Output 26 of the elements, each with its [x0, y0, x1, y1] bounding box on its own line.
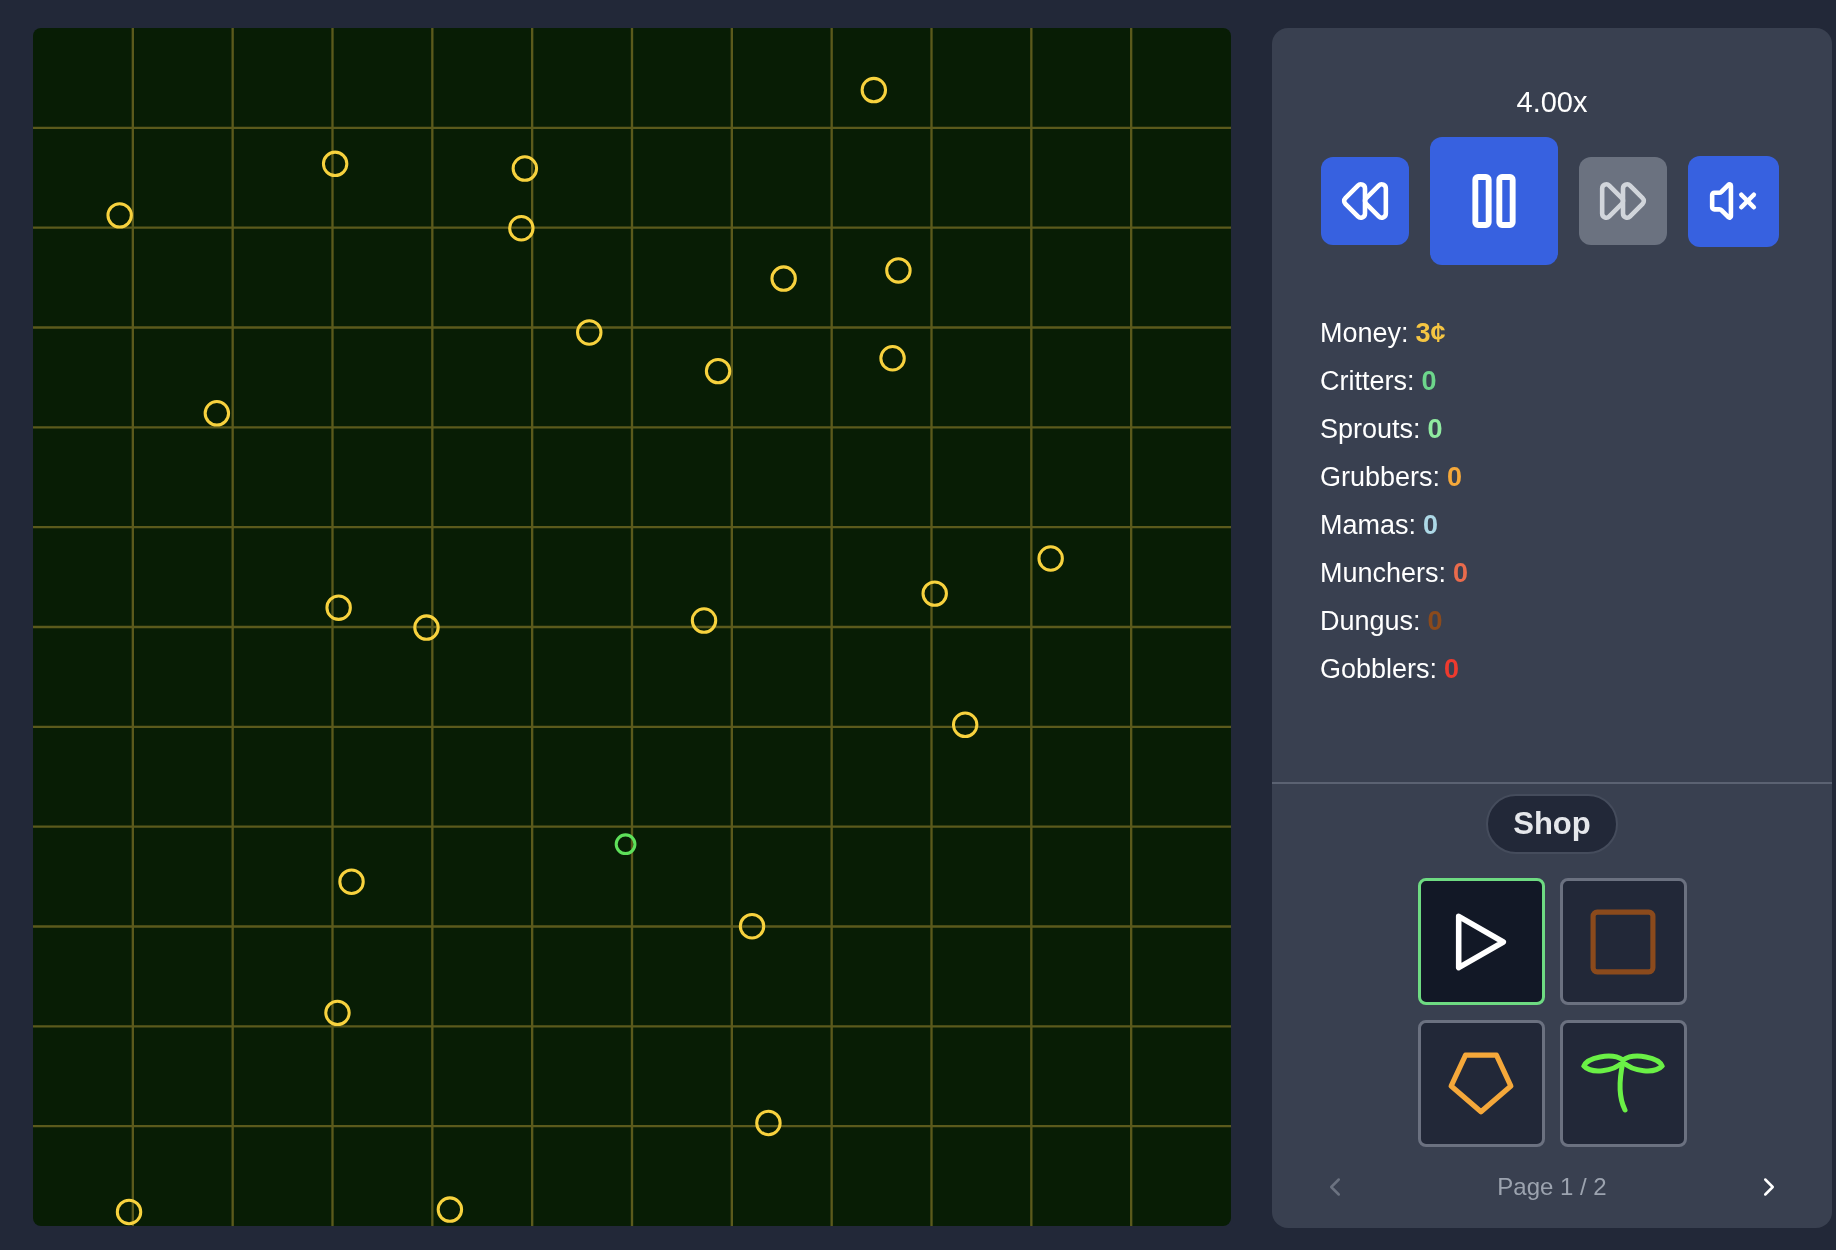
- shop-item[interactable]: [1559, 1020, 1687, 1147]
- stat-value: 0: [1453, 557, 1469, 589]
- shop-item[interactable]: [1417, 1020, 1545, 1147]
- stat-value: 3¢: [1415, 317, 1446, 349]
- rewind-button[interactable]: [1320, 157, 1409, 245]
- stat-label: Munchers:: [1320, 557, 1447, 589]
- shop-title: Shop: [1486, 794, 1618, 854]
- game-field[interactable]: [33, 28, 1231, 1226]
- stat-label: Grubbers:: [1320, 461, 1441, 493]
- stat-value: 0: [1423, 509, 1439, 541]
- stat-value: 0: [1421, 365, 1437, 397]
- stat-label: Gobblers:: [1320, 653, 1438, 685]
- page-indicator: Page 1 / 2: [1497, 1172, 1607, 1202]
- stat-label: Sprouts:: [1320, 413, 1421, 445]
- speed-label: 4.00x: [1516, 88, 1588, 117]
- mute-button[interactable]: [1687, 155, 1779, 247]
- shop-item[interactable]: [1417, 878, 1545, 1005]
- stat-value: 0: [1427, 413, 1443, 445]
- pause-button[interactable]: [1429, 137, 1558, 265]
- stat-label: Critters:: [1320, 365, 1415, 397]
- stat-label: Dungus:: [1320, 605, 1421, 637]
- stat-value: 0: [1444, 653, 1460, 685]
- stat-label: Money:: [1320, 317, 1409, 349]
- stat-value: 0: [1447, 461, 1463, 493]
- stat-label: Mamas:: [1320, 509, 1417, 541]
- stat-value: 0: [1427, 605, 1443, 637]
